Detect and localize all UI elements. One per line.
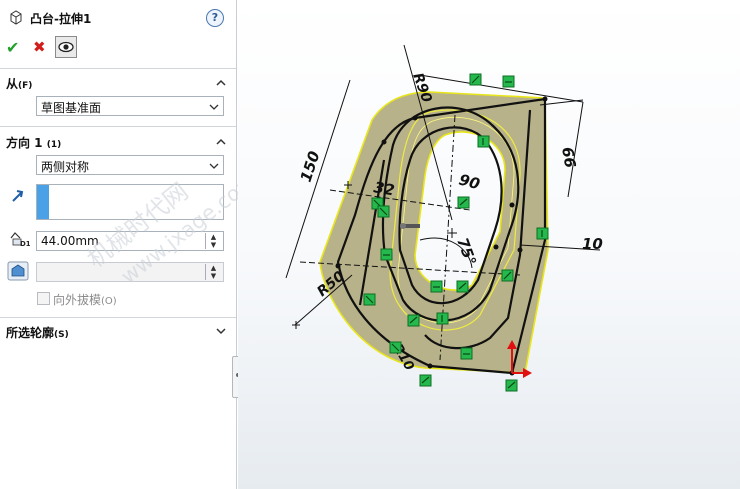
dim-75deg: 75° <box>453 235 480 268</box>
dim-66: 66 <box>558 146 579 170</box>
dim-150: 150 <box>297 149 324 184</box>
dim-10: 10 <box>582 235 603 253</box>
graphics-viewport[interactable]: R90 66 150 32 90 10 R50 75° R10 <box>238 0 740 489</box>
dim-90: 90 <box>457 170 482 193</box>
extrude-preview-face <box>319 91 549 374</box>
dim-32: 32 <box>372 178 396 199</box>
sketch-canvas[interactable]: R90 66 150 32 90 10 R50 75° R10 <box>238 0 740 489</box>
